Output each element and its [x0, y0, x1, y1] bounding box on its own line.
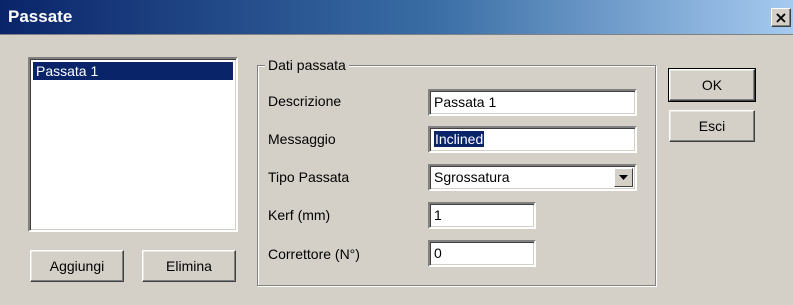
message-label: Messaggio — [268, 131, 336, 147]
pass-type-value: Sgrossatura — [434, 169, 510, 185]
delete-button[interactable]: Elimina — [142, 250, 236, 282]
message-field[interactable]: Inclined — [428, 126, 637, 153]
message-value: Inclined — [434, 131, 485, 147]
window-title: Passate — [8, 7, 73, 26]
corrector-field[interactable]: 0 — [428, 240, 536, 267]
kerf-label: Kerf (mm) — [268, 207, 331, 223]
pass-type-label: Tipo Passata — [268, 169, 350, 185]
list-item[interactable]: Passata 1 — [33, 62, 233, 80]
add-button[interactable]: Aggiungi — [30, 250, 124, 282]
description-field[interactable]: Passata 1 — [428, 89, 637, 116]
chevron-down-icon[interactable] — [614, 168, 633, 187]
exit-button[interactable]: Esci — [669, 110, 755, 142]
title-bar: Passate × — [0, 0, 793, 35]
corrector-label: Correttore (N°) — [268, 246, 360, 262]
group-legend: Dati passata — [265, 57, 349, 73]
ok-button[interactable]: OK — [668, 68, 756, 102]
kerf-field[interactable]: 1 — [428, 202, 536, 229]
description-label: Descrizione — [268, 93, 342, 109]
close-icon[interactable]: × — [771, 8, 791, 27]
pass-type-select[interactable]: Sgrossatura — [428, 164, 637, 191]
passes-listbox[interactable]: Passata 1 — [28, 57, 238, 232]
